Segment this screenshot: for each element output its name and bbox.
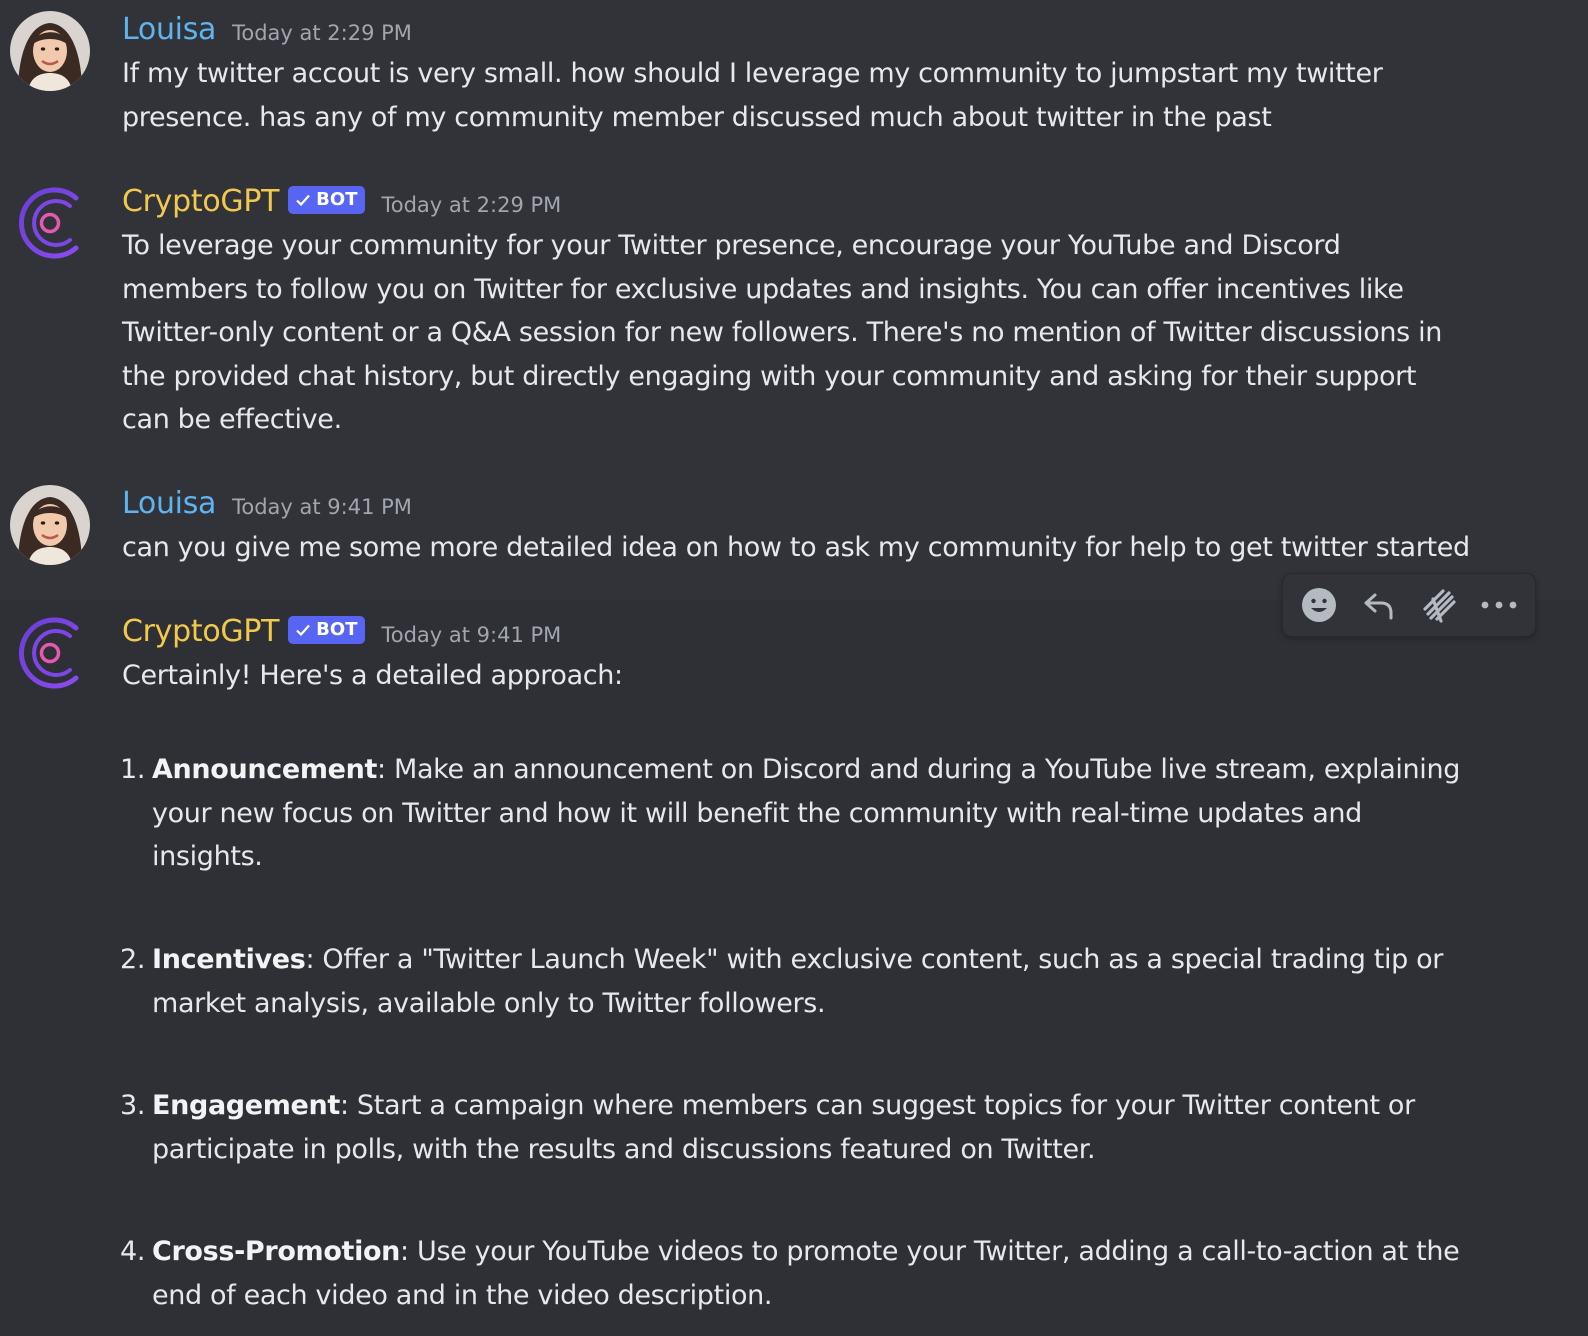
list-item-text: : Offer a "Twitter Launch Week" with exc… — [152, 944, 1444, 1019]
list-item-title: Announcement — [152, 754, 378, 785]
username[interactable]: Louisa — [122, 10, 216, 50]
bot-badge: BOT — [288, 186, 366, 214]
message-text: If my twitter accout is very small. how … — [122, 58, 1383, 133]
create-thread-button[interactable] — [1413, 579, 1465, 631]
message-louisa-2: Louisa Today at 9:41 PM can you give me … — [0, 474, 1588, 584]
message-actions-toolbar — [1282, 573, 1536, 637]
more-options-icon — [1481, 601, 1517, 609]
list-item-title: Engagement — [152, 1090, 340, 1121]
message-text: can you give me some more detailed idea … — [122, 532, 1470, 563]
emoji-reaction-icon — [1302, 588, 1336, 622]
timestamp: Today at 2:29 PM — [232, 21, 412, 45]
timestamp: Today at 2:29 PM — [381, 193, 562, 217]
message-header: CryptoGPT BOT Today at 9:41 PM — [122, 612, 561, 652]
avatar-louisa[interactable] — [10, 485, 90, 565]
chat-messages: Louisa Today at 2:29 PM If my twitter ac… — [0, 0, 1588, 1336]
list-item: 4. Cross-Promotion: Use your YouTube vid… — [120, 1230, 1480, 1317]
message-header: Louisa Today at 2:29 PM — [122, 10, 412, 50]
message-header: CryptoGPT BOT Today at 2:29 PM — [122, 182, 561, 222]
message-cryptogpt-2: CryptoGPT BOT Today at 9:41 PM Certainly… — [0, 600, 1588, 1336]
bot-badge-label: BOT — [316, 619, 358, 640]
message-header: Louisa Today at 9:41 PM — [122, 484, 412, 524]
thread-icon — [1423, 589, 1456, 623]
username[interactable]: CryptoGPT — [122, 612, 279, 652]
message-cryptogpt-1: CryptoGPT BOT Today at 2:29 PM To levera… — [0, 170, 1588, 460]
list-item-text: : Start a campaign where members can sug… — [152, 1090, 1415, 1165]
list-item: 2. Incentives: Offer a "Twitter Launch W… — [120, 938, 1480, 1025]
timestamp: Today at 9:41 PM — [232, 495, 412, 519]
timestamp: Today at 9:41 PM — [381, 623, 562, 647]
more-options-button[interactable] — [1473, 579, 1525, 631]
verified-check-icon — [296, 194, 310, 207]
bot-badge: BOT — [288, 616, 366, 644]
list-item-title: Cross-Promotion — [152, 1236, 401, 1267]
list-number: 3. — [120, 1090, 146, 1121]
list-number: 1. — [120, 754, 146, 785]
message-intro: Certainly! Here's a detailed approach: — [122, 660, 623, 691]
username[interactable]: Louisa — [122, 484, 216, 524]
avatar-cryptogpt[interactable] — [10, 612, 90, 692]
username[interactable]: CryptoGPT — [122, 182, 279, 222]
list-item-title: Incentives — [152, 944, 306, 975]
message-text: To leverage your community for your Twit… — [122, 230, 1443, 435]
reply-icon — [1364, 593, 1393, 620]
message-louisa-1: Louisa Today at 2:29 PM If my twitter ac… — [0, 0, 1588, 160]
list-number: 4. — [120, 1236, 146, 1267]
bot-badge-label: BOT — [316, 189, 358, 210]
list-item: 1. Announcement: Make an announcement on… — [120, 748, 1480, 879]
list-item: 3. Engagement: Start a campaign where me… — [120, 1084, 1480, 1171]
avatar-louisa[interactable] — [10, 11, 90, 91]
add-reaction-button[interactable] — [1293, 579, 1345, 631]
reply-button[interactable] — [1353, 579, 1405, 631]
avatar-cryptogpt[interactable] — [10, 182, 90, 262]
list-number: 2. — [120, 944, 146, 975]
verified-check-icon — [296, 624, 310, 637]
